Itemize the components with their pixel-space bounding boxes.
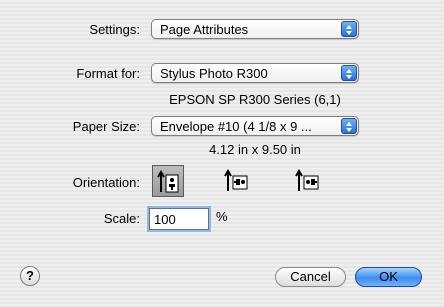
scale-unit: % [216,209,228,224]
settings-value: Page Attributes [160,22,249,37]
popup-arrows-icon [341,118,357,134]
portrait-orientation-icon [157,170,179,193]
popup-arrows-icon [341,65,357,81]
format-for-value: Stylus Photo R300 [160,66,268,81]
landscape-reverse-orientation-icon [295,169,319,191]
orientation-portrait-button[interactable] [152,165,184,197]
landscape-orientation-icon [224,169,248,191]
settings-label: Settings: [89,22,140,37]
paper-dimensions: 4.12 in x 9.50 in [209,142,301,157]
paper-size-label: Paper Size: [72,119,140,134]
paper-size-value: Envelope #10 (4 1/8 x 9 ... [160,119,312,134]
scale-label: Scale: [103,211,140,226]
cancel-button[interactable]: Cancel [275,267,346,287]
help-button[interactable]: ? [20,266,40,286]
format-for-label: Format for: [76,66,140,81]
orientation-label: Orientation: [72,175,140,190]
settings-popup[interactable]: Page Attributes [151,19,359,39]
orientation-landscape-button[interactable] [220,165,252,197]
printer-detail: EPSON SP R300 Series (6,1) [169,92,341,107]
paper-size-popup[interactable]: Envelope #10 (4 1/8 x 9 ... [151,116,359,136]
ok-button[interactable]: OK [355,267,422,287]
scale-input[interactable] [149,208,209,230]
orientation-landscape-reverse-button[interactable] [291,165,323,197]
format-for-popup[interactable]: Stylus Photo R300 [151,63,359,83]
popup-arrows-icon [341,21,357,37]
